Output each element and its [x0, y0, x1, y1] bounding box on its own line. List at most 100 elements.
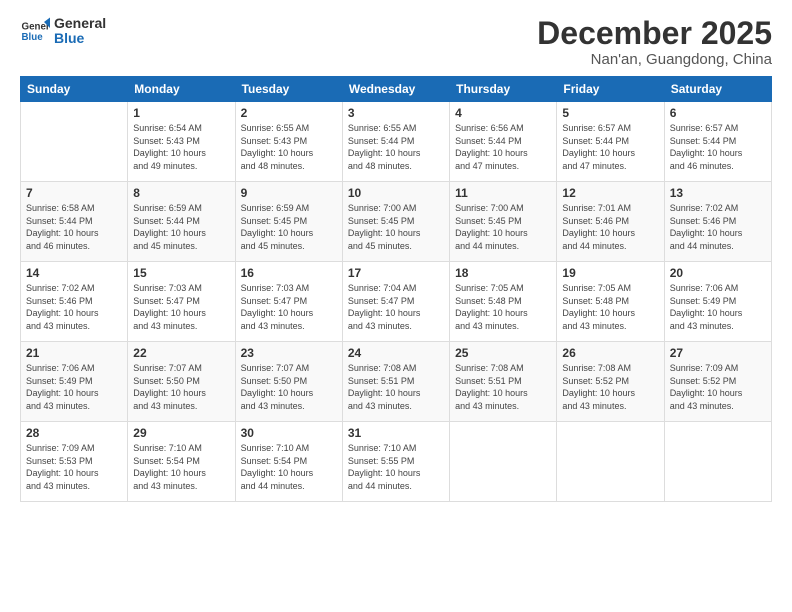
- day-number: 16: [241, 266, 337, 280]
- day-info: Sunrise: 7:10 AM Sunset: 5:54 PM Dayligh…: [241, 442, 337, 492]
- calendar-cell: 23Sunrise: 7:07 AM Sunset: 5:50 PM Dayli…: [235, 342, 342, 422]
- day-number: 12: [562, 186, 658, 200]
- calendar-table: SundayMondayTuesdayWednesdayThursdayFrid…: [20, 76, 772, 502]
- calendar-cell: 5 Sunrise: 6:57 AM Sunset: 5:44 PM Daylig…: [557, 102, 664, 182]
- day-info: Sunrise: 7:09 AM Sunset: 5:52 PM Dayligh…: [670, 362, 766, 412]
- logo-line2: Blue: [54, 31, 106, 46]
- calendar-cell: 20Sunrise: 7:06 AM Sunset: 5:49 PM Dayli…: [664, 262, 771, 342]
- calendar-cell: 6 Sunrise: 6:57 AM Sunset: 5:44 PM Daylig…: [664, 102, 771, 182]
- weekday-header: Friday: [557, 77, 664, 102]
- day-info: Sunrise: 6:57 AM Sunset: 5:44 PM Dayligh…: [670, 122, 766, 172]
- calendar-cell: [450, 422, 557, 502]
- calendar-cell: 11 Sunrise: 7:00 AM Sunset: 5:45 PM Dayli…: [450, 182, 557, 262]
- subtitle: Nan'an, Guangdong, China: [537, 51, 772, 68]
- logo: General Blue General Blue: [20, 16, 106, 47]
- day-number: 2: [241, 106, 337, 120]
- weekday-header: Sunday: [21, 77, 128, 102]
- day-info: Sunrise: 7:08 AM Sunset: 5:52 PM Dayligh…: [562, 362, 658, 412]
- calendar-cell: 29Sunrise: 7:10 AM Sunset: 5:54 PM Dayli…: [128, 422, 235, 502]
- day-info: Sunrise: 7:07 AM Sunset: 5:50 PM Dayligh…: [133, 362, 229, 412]
- calendar-cell: 19Sunrise: 7:05 AM Sunset: 5:48 PM Dayli…: [557, 262, 664, 342]
- day-info: Sunrise: 7:02 AM Sunset: 5:46 PM Dayligh…: [26, 282, 122, 332]
- calendar-cell: 18Sunrise: 7:05 AM Sunset: 5:48 PM Dayli…: [450, 262, 557, 342]
- logo-line1: General: [54, 16, 106, 31]
- calendar-week-row: 28Sunrise: 7:09 AM Sunset: 5:53 PM Dayli…: [21, 422, 772, 502]
- weekday-header-row: SundayMondayTuesdayWednesdayThursdayFrid…: [21, 77, 772, 102]
- calendar-cell: 14 Sunrise: 7:02 AM Sunset: 5:46 PM Dayli…: [21, 262, 128, 342]
- svg-text:Blue: Blue: [22, 32, 44, 43]
- day-info: Sunrise: 7:05 AM Sunset: 5:48 PM Dayligh…: [455, 282, 551, 332]
- calendar-cell: 10 Sunrise: 7:00 AM Sunset: 5:45 PM Dayli…: [342, 182, 449, 262]
- day-info: Sunrise: 7:08 AM Sunset: 5:51 PM Dayligh…: [348, 362, 444, 412]
- calendar-cell: 9Sunrise: 6:59 AM Sunset: 5:45 PM Daylig…: [235, 182, 342, 262]
- title-block: December 2025 Nan'an, Guangdong, China: [537, 16, 772, 68]
- weekday-header: Thursday: [450, 77, 557, 102]
- day-number: 25: [455, 346, 551, 360]
- calendar-cell: 8 Sunrise: 6:59 AM Sunset: 5:44 PM Daylig…: [128, 182, 235, 262]
- day-number: 21: [26, 346, 122, 360]
- day-info: Sunrise: 7:06 AM Sunset: 5:49 PM Dayligh…: [670, 282, 766, 332]
- header: General Blue General Blue December 2025 …: [20, 16, 772, 68]
- day-info: Sunrise: 7:07 AM Sunset: 5:50 PM Dayligh…: [241, 362, 337, 412]
- day-number: 11: [455, 186, 551, 200]
- day-number: 9: [241, 186, 337, 200]
- day-info: Sunrise: 7:00 AM Sunset: 5:45 PM Dayligh…: [455, 202, 551, 252]
- calendar-week-row: 1Sunrise: 6:54 AM Sunset: 5:43 PM Daylig…: [21, 102, 772, 182]
- day-number: 30: [241, 426, 337, 440]
- page: General Blue General Blue December 2025 …: [0, 0, 792, 612]
- weekday-header: Saturday: [664, 77, 771, 102]
- day-number: 22: [133, 346, 229, 360]
- day-info: Sunrise: 6:59 AM Sunset: 5:44 PM Dayligh…: [133, 202, 229, 252]
- day-number: 10: [348, 186, 444, 200]
- calendar-cell: [664, 422, 771, 502]
- calendar-cell: 21 Sunrise: 7:06 AM Sunset: 5:49 PM Dayli…: [21, 342, 128, 422]
- day-info: Sunrise: 7:06 AM Sunset: 5:49 PM Dayligh…: [26, 362, 122, 412]
- day-number: 8: [133, 186, 229, 200]
- day-info: Sunrise: 7:02 AM Sunset: 5:46 PM Dayligh…: [670, 202, 766, 252]
- calendar-cell: 15 Sunrise: 7:03 AM Sunset: 5:47 PM Dayli…: [128, 262, 235, 342]
- day-info: Sunrise: 7:10 AM Sunset: 5:55 PM Dayligh…: [348, 442, 444, 492]
- day-number: 19: [562, 266, 658, 280]
- calendar-cell: 4 Sunrise: 6:56 AM Sunset: 5:44 PM Daylig…: [450, 102, 557, 182]
- day-info: Sunrise: 7:08 AM Sunset: 5:51 PM Dayligh…: [455, 362, 551, 412]
- calendar-week-row: 14 Sunrise: 7:02 AM Sunset: 5:46 PM Dayli…: [21, 262, 772, 342]
- day-number: 14: [26, 266, 122, 280]
- day-number: 15: [133, 266, 229, 280]
- weekday-header: Tuesday: [235, 77, 342, 102]
- calendar-cell: 16 Sunrise: 7:03 AM Sunset: 5:47 PM Dayli…: [235, 262, 342, 342]
- day-info: Sunrise: 7:03 AM Sunset: 5:47 PM Dayligh…: [133, 282, 229, 332]
- day-info: Sunrise: 6:57 AM Sunset: 5:44 PM Dayligh…: [562, 122, 658, 172]
- day-number: 26: [562, 346, 658, 360]
- day-number: 31: [348, 426, 444, 440]
- day-number: 3: [348, 106, 444, 120]
- day-number: 17: [348, 266, 444, 280]
- calendar-cell: 25 Sunrise: 7:08 AM Sunset: 5:51 PM Dayli…: [450, 342, 557, 422]
- day-info: Sunrise: 6:58 AM Sunset: 5:44 PM Dayligh…: [26, 202, 122, 252]
- calendar-cell: [557, 422, 664, 502]
- day-number: 28: [26, 426, 122, 440]
- day-number: 6: [670, 106, 766, 120]
- day-info: Sunrise: 6:56 AM Sunset: 5:44 PM Dayligh…: [455, 122, 551, 172]
- day-info: Sunrise: 7:00 AM Sunset: 5:45 PM Dayligh…: [348, 202, 444, 252]
- day-number: 24: [348, 346, 444, 360]
- day-number: 4: [455, 106, 551, 120]
- calendar-cell: 24 Sunrise: 7:08 AM Sunset: 5:51 PM Dayli…: [342, 342, 449, 422]
- day-number: 5: [562, 106, 658, 120]
- day-info: Sunrise: 6:54 AM Sunset: 5:43 PM Dayligh…: [133, 122, 229, 172]
- day-info: Sunrise: 7:01 AM Sunset: 5:46 PM Dayligh…: [562, 202, 658, 252]
- month-title: December 2025: [537, 16, 772, 51]
- day-info: Sunrise: 7:03 AM Sunset: 5:47 PM Dayligh…: [241, 282, 337, 332]
- calendar-cell: 22 Sunrise: 7:07 AM Sunset: 5:50 PM Dayli…: [128, 342, 235, 422]
- calendar-week-row: 21 Sunrise: 7:06 AM Sunset: 5:49 PM Dayli…: [21, 342, 772, 422]
- calendar-week-row: 7Sunrise: 6:58 AM Sunset: 5:44 PM Daylig…: [21, 182, 772, 262]
- calendar-cell: 31 Sunrise: 7:10 AM Sunset: 5:55 PM Dayli…: [342, 422, 449, 502]
- calendar-cell: 17 Sunrise: 7:04 AM Sunset: 5:47 PM Dayli…: [342, 262, 449, 342]
- day-info: Sunrise: 6:55 AM Sunset: 5:43 PM Dayligh…: [241, 122, 337, 172]
- calendar-cell: 27 Sunrise: 7:09 AM Sunset: 5:52 PM Dayli…: [664, 342, 771, 422]
- calendar-cell: 26 Sunrise: 7:08 AM Sunset: 5:52 PM Dayli…: [557, 342, 664, 422]
- calendar-cell: 1Sunrise: 6:54 AM Sunset: 5:43 PM Daylig…: [128, 102, 235, 182]
- calendar-cell: 3Sunrise: 6:55 AM Sunset: 5:44 PM Daylig…: [342, 102, 449, 182]
- calendar-cell: 12 Sunrise: 7:01 AM Sunset: 5:46 PM Dayli…: [557, 182, 664, 262]
- day-info: Sunrise: 7:04 AM Sunset: 5:47 PM Dayligh…: [348, 282, 444, 332]
- day-number: 27: [670, 346, 766, 360]
